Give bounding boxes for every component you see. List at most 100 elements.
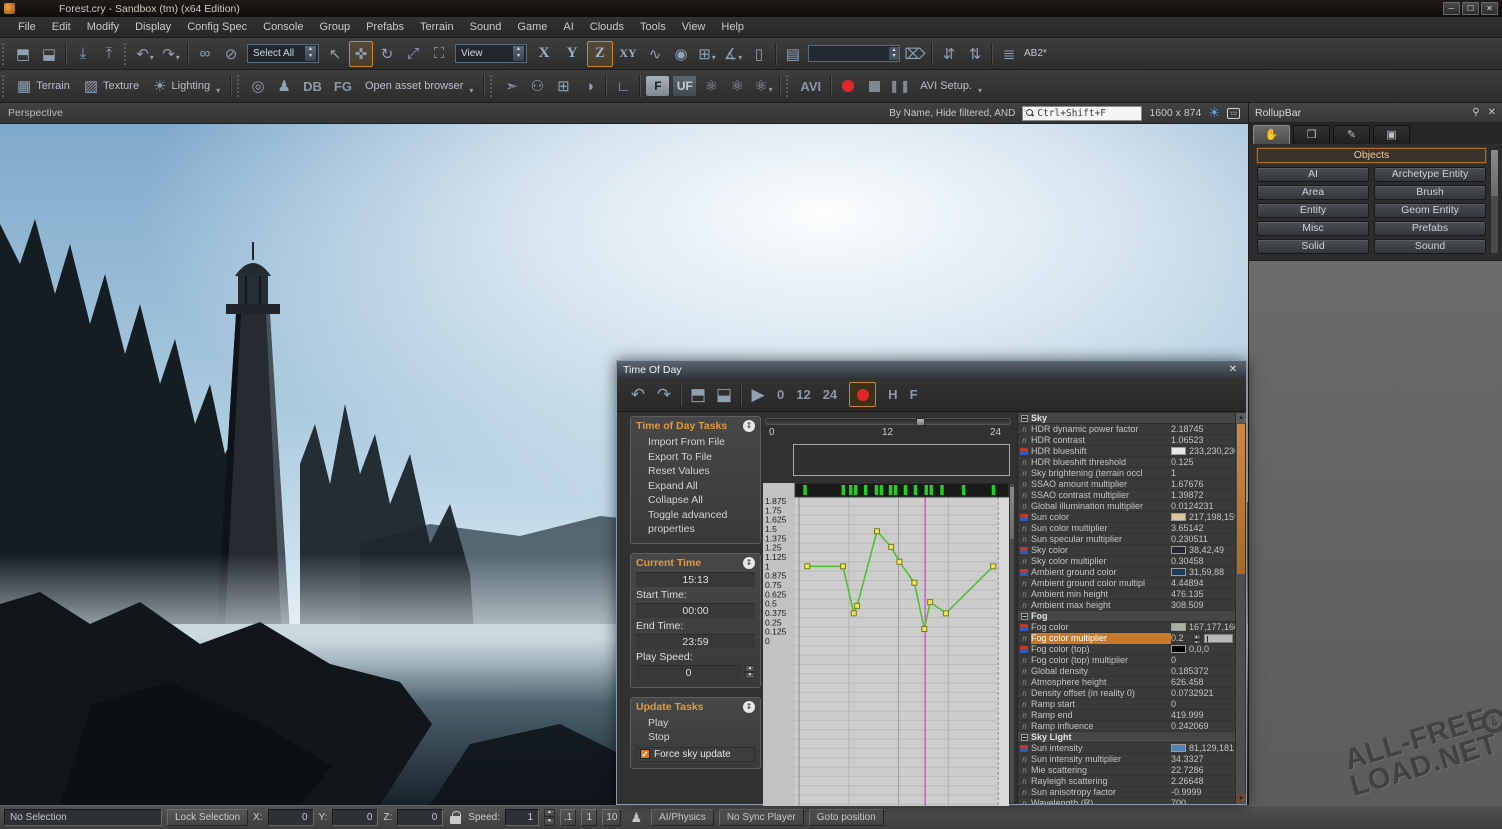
- database-view-button[interactable]: DB: [297, 79, 328, 94]
- features-button[interactable]: F: [646, 76, 669, 96]
- task-item-toggle-advanced-properties[interactable]: Toggle advanced properties: [636, 508, 755, 537]
- active-layer-label[interactable]: AB2*: [1023, 41, 1048, 67]
- property-row[interactable]: nAmbient ground color multipl4.44894: [1018, 578, 1235, 589]
- grid-snap-dropdown-icon[interactable]: ▾: [712, 53, 716, 66]
- property-row[interactable]: nSky brightening (terrain occl1: [1018, 468, 1235, 479]
- flowgraph-button[interactable]: FG: [328, 79, 358, 94]
- tab-display[interactable]: ▣: [1373, 125, 1410, 144]
- property-value[interactable]: 0.230511: [1171, 534, 1235, 544]
- unlink-button[interactable]: ⊘: [219, 41, 243, 67]
- property-value[interactable]: 0.185372: [1171, 666, 1235, 676]
- dropdown-spin-icon[interactable]: ▴▾: [513, 46, 524, 61]
- property-value[interactable]: 3.65142: [1171, 523, 1235, 533]
- lock-axis-icon[interactable]: [450, 811, 461, 824]
- menu-item-clouds[interactable]: Clouds: [582, 17, 632, 37]
- task-item-export-to-file[interactable]: Export To File: [636, 450, 755, 465]
- keyframe-tick[interactable]: [940, 485, 944, 495]
- time-scrub-handle[interactable]: [916, 418, 925, 426]
- unfreeze-button[interactable]: UF: [673, 76, 696, 96]
- property-value[interactable]: 2.26648: [1171, 776, 1235, 786]
- export-button[interactable]: ⤓: [71, 41, 95, 67]
- curve-keyframe[interactable]: [912, 580, 917, 585]
- property-value[interactable]: 700: [1171, 798, 1235, 804]
- property-row[interactable]: nAmbient min height476.135: [1018, 589, 1235, 600]
- object-button-geom-entity[interactable]: Geom Entity: [1374, 203, 1486, 218]
- tod-time12-button[interactable]: 12: [790, 387, 816, 402]
- collapse-section-icon[interactable]: −: [1021, 613, 1028, 620]
- get-from-game-button[interactable]: ⇅: [963, 41, 987, 67]
- toolbar-drag-handle[interactable]: [786, 75, 791, 97]
- curve-keyframe[interactable]: [855, 603, 860, 608]
- keyframe-tick[interactable]: [849, 485, 853, 495]
- keyframe-tick[interactable]: [864, 485, 868, 495]
- menu-item-console[interactable]: Console: [255, 17, 311, 37]
- time-ruler[interactable]: 0 12 24: [763, 427, 1015, 440]
- menu-item-help[interactable]: Help: [713, 17, 752, 37]
- toolbar-drag-handle[interactable]: [2, 43, 7, 65]
- property-row[interactable]: Fog color167,177,160: [1018, 622, 1235, 633]
- property-value[interactable]: -0.9999: [1171, 787, 1235, 797]
- property-value[interactable]: 1.67676: [1171, 479, 1235, 489]
- avi-record-button[interactable]: [836, 73, 860, 99]
- select-button[interactable]: ↖: [323, 41, 347, 67]
- minimize-button[interactable]: ─: [1443, 2, 1460, 15]
- object-button-ai[interactable]: AI: [1257, 167, 1369, 182]
- menu-item-ai[interactable]: AI: [555, 17, 581, 37]
- axis-y-button[interactable]: Y: [559, 41, 585, 67]
- property-row[interactable]: Sky color38,42,49: [1018, 545, 1235, 556]
- speed-field[interactable]: 1: [505, 809, 539, 826]
- scale-button[interactable]: ⤢: [401, 41, 425, 67]
- property-row[interactable]: Ambient ground color31,59,88: [1018, 567, 1235, 578]
- curve-keyframe[interactable]: [991, 564, 996, 569]
- property-value[interactable]: 38,42,49: [1171, 545, 1235, 555]
- physics-sim-button[interactable]: ⚛: [699, 73, 723, 99]
- property-row[interactable]: nGlobal illumination multiplier0.0124231: [1018, 501, 1235, 512]
- speed-preset-1-button[interactable]: 1: [581, 809, 597, 826]
- toolbar-drag-handle[interactable]: [124, 43, 129, 65]
- property-row[interactable]: Sun intensity81,129,181: [1018, 743, 1235, 754]
- menu-item-view[interactable]: View: [674, 17, 714, 37]
- keyframe-tick[interactable]: [904, 485, 908, 495]
- property-value[interactable]: 0.30458: [1171, 556, 1235, 566]
- rotate-button[interactable]: ↻: [375, 41, 399, 67]
- property-value[interactable]: 22.7286: [1171, 765, 1235, 775]
- open-asset-browser-button[interactable]: Open asset browser▾: [358, 73, 480, 99]
- no-sync-player-button[interactable]: No Sync Player: [719, 809, 804, 826]
- speed-spinner[interactable]: ▲▼: [544, 809, 555, 826]
- property-value[interactable]: 0: [1171, 699, 1235, 709]
- physics-dropdown-icon[interactable]: ▾: [769, 85, 773, 98]
- task-item-reset-values[interactable]: Reset Values: [636, 464, 755, 479]
- display-settings-icon[interactable]: ▭: [1227, 108, 1240, 119]
- property-value[interactable]: 81,129,181: [1171, 743, 1235, 753]
- property-row[interactable]: nSSAO contrast multiplier1.39872: [1018, 490, 1235, 501]
- curve-keyframe[interactable]: [840, 564, 845, 569]
- object-button-area[interactable]: Area: [1257, 185, 1369, 200]
- checkbox-checked-icon[interactable]: ✓: [640, 749, 650, 759]
- play-speed-spinner[interactable]: ▲▼: [745, 665, 755, 679]
- value-edit-field[interactable]: [1204, 634, 1233, 643]
- graph-scrollbar-thumb[interactable]: [1010, 487, 1014, 539]
- collapse-group-icon[interactable]: ⇕: [743, 420, 755, 432]
- menu-item-modify[interactable]: Modify: [79, 17, 127, 37]
- grid-snap-button[interactable]: ⊞▾: [695, 41, 719, 67]
- property-row[interactable]: nFog color multiplier0.2▲▼: [1018, 633, 1235, 644]
- sync-player-icon[interactable]: ♟: [630, 810, 642, 826]
- keyframe-tick[interactable]: [962, 485, 966, 495]
- property-value[interactable]: 1.39872: [1171, 490, 1235, 500]
- property-value[interactable]: 1: [1171, 468, 1235, 478]
- snap-pivot-button[interactable]: ◉: [669, 41, 693, 67]
- menu-item-file[interactable]: File: [10, 17, 44, 37]
- menu-item-display[interactable]: Display: [127, 17, 179, 37]
- speed-preset-10-button[interactable]: 10: [602, 809, 621, 826]
- tod-close-icon[interactable]: ✕: [1226, 364, 1240, 375]
- task-item-expand-all[interactable]: Expand All: [636, 479, 755, 494]
- search-input[interactable]: [1037, 108, 1138, 119]
- tod-import-button[interactable]: ⬒: [686, 382, 710, 408]
- layers-button[interactable]: ≣: [997, 41, 1021, 67]
- keyframe-tick[interactable]: [992, 485, 996, 495]
- lighting-button[interactable]: ☀Lighting▾: [146, 73, 227, 99]
- color-swatch[interactable]: [1171, 513, 1186, 521]
- keyframe-tick[interactable]: [929, 485, 933, 495]
- property-row[interactable]: nRamp start0: [1018, 699, 1235, 710]
- props-scrollbar-thumb[interactable]: [1237, 424, 1245, 574]
